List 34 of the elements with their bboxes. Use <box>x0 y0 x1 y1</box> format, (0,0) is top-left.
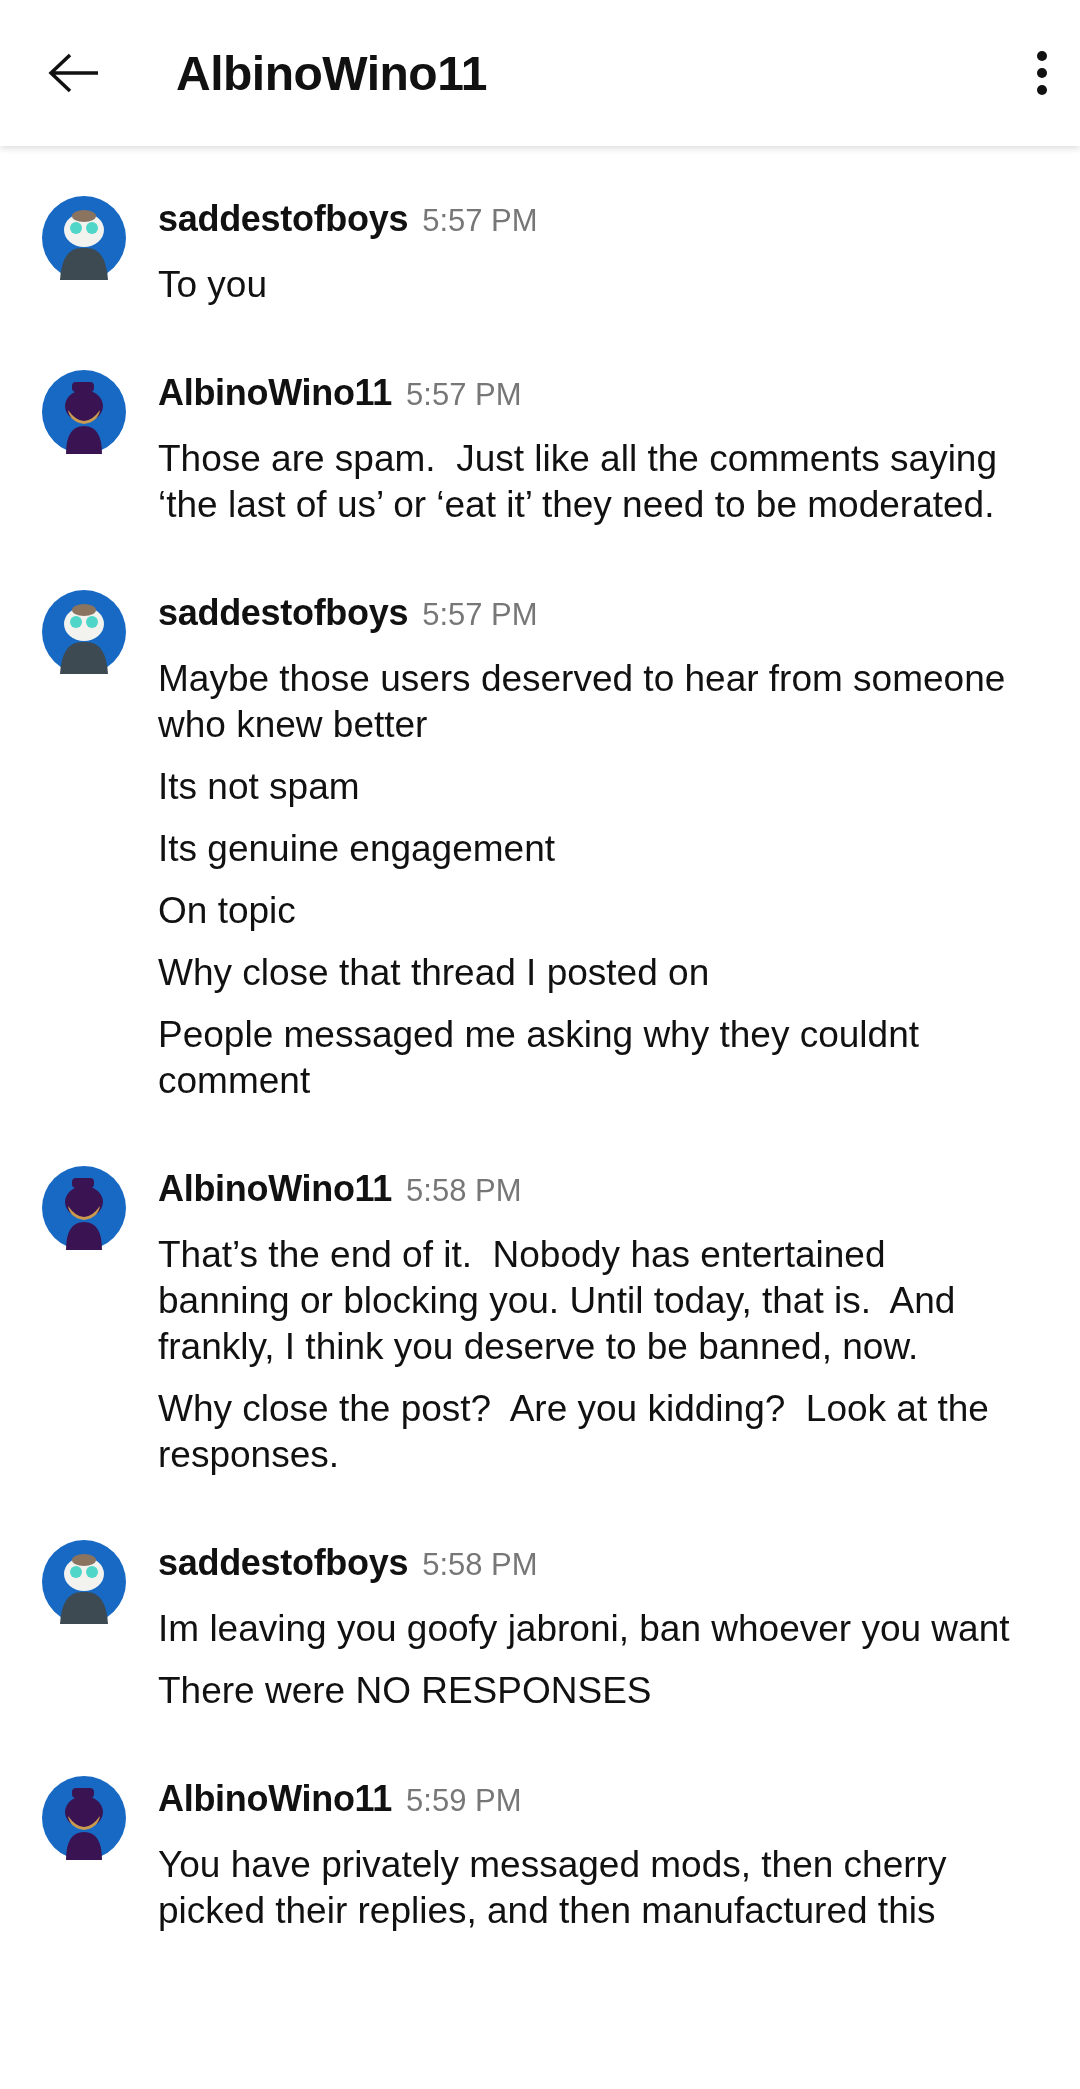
message-time: 5:58 PM <box>422 1547 538 1583</box>
message-text: Im leaving you goofy jabroni, ban whoever you want <box>158 1607 1010 1651</box>
user-avatar[interactable] <box>42 1540 126 1624</box>
message-time: 5:59 PM <box>406 1783 522 1819</box>
message-time: 5:57 PM <box>422 203 538 239</box>
author-name: AlbinoWino11 <box>158 1168 393 1210</box>
message-text: Its genuine engagement <box>158 827 557 871</box>
message-text: People messaged me asking why they couldnt comment <box>158 1013 920 1103</box>
message-text: Maybe those users deserved to hear from someone who knew better <box>158 657 1007 747</box>
message-text: That’s the end of it. Nobody has entertained banning or blocking you. Until today, that is. And frankly, I think you deserve to be banned, now. <box>158 1233 957 1369</box>
message-text: Why close the post? Are you kidding? Look at the responses. <box>158 1387 990 1477</box>
author-name: saddestofboys <box>158 592 409 634</box>
more-vertical-icon <box>1036 51 1048 95</box>
message-text: Why close that thread I posted on <box>158 951 711 995</box>
user-avatar[interactable] <box>42 1166 126 1250</box>
message-text: Its not spam <box>158 765 361 809</box>
message-text: On topic <box>158 889 297 933</box>
author-name: saddestofboys <box>158 198 409 240</box>
user-avatar[interactable] <box>42 196 126 280</box>
message-time: 5:57 PM <box>422 597 538 633</box>
user-avatar[interactable] <box>42 1776 126 1860</box>
message-text: You have privately messaged mods, then cherry picked their replies, and then manufactured this <box>158 1843 948 1933</box>
message-text: There were NO RESPONSES <box>158 1669 653 1713</box>
author-name: saddestofboys <box>158 1542 409 1584</box>
message-time: 5:58 PM <box>406 1173 522 1209</box>
user-avatar[interactable] <box>42 370 126 454</box>
author-name: AlbinoWino11 <box>158 1778 393 1820</box>
chat-title: AlbinoWino11 <box>176 45 488 101</box>
message-text: To you <box>158 263 268 307</box>
author-name: AlbinoWino11 <box>158 372 393 414</box>
message-time: 5:57 PM <box>406 377 522 413</box>
user-avatar[interactable] <box>42 590 126 674</box>
message-text: Those are spam. Just like all the comments saying ‘the last of us’ or ‘eat it’ they need to be moderated. <box>158 437 999 527</box>
back-arrow-icon <box>48 53 100 93</box>
